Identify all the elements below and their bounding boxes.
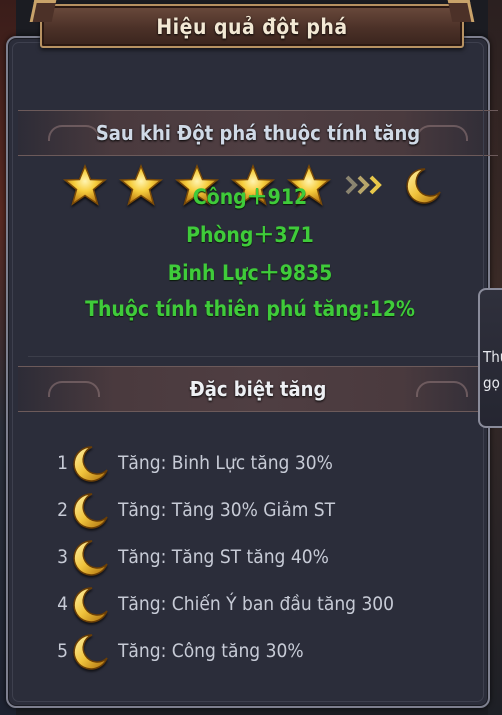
breakthrough-header-text: Sau khi Đột phá thuộc tính tăng: [95, 121, 421, 145]
special-item-text: Tăng: Tăng ST tăng 40%: [118, 546, 329, 568]
moon-icon: [73, 446, 108, 482]
special-item-number: 4: [57, 593, 68, 615]
special-item: 1 Tăng: Binh Lực tăng 30%: [50, 444, 470, 484]
side-tab-label-line2: gọ: [483, 374, 500, 392]
section-divider: [28, 356, 488, 357]
special-item-number: 5: [57, 640, 68, 662]
panel-title: Hiệu quả đột phá: [156, 15, 348, 39]
moon-icon: [73, 493, 108, 529]
special-item-number: 1: [57, 452, 68, 474]
special-item-number: 2: [57, 499, 68, 521]
breakthrough-header: Sau khi Đột phá thuộc tính tăng: [18, 110, 498, 156]
special-item-text: Tăng: Tăng 30% Giảm ST: [118, 499, 336, 521]
stat-troops: Binh Lực＋9835: [167, 261, 333, 285]
title-plaque: Hiệu quả đột phá: [29, 0, 475, 48]
stat-attack: Công＋912: [192, 185, 308, 209]
special-item-text: Tăng: Chiến Ý ban đầu tăng 300: [118, 593, 395, 615]
collapse-side-tab[interactable]: Thu gọ: [478, 288, 502, 428]
special-item: 5 Tăng: Công tăng 30%: [50, 632, 470, 672]
breakthrough-effect-panel: Sau khi Đột phá thuộc tính tăng Công＋912…: [6, 36, 498, 708]
special-item-number: 3: [57, 546, 68, 568]
moon-icon: [73, 587, 108, 623]
special-header-text: Đặc biệt tăng: [189, 377, 327, 401]
stat-defense: Phòng＋371: [186, 223, 314, 247]
special-item: 4 Tăng: Chiến Ý ban đầu tăng 300: [50, 585, 470, 625]
moon-icon: [73, 540, 108, 576]
special-header: Đặc biệt tăng: [18, 366, 498, 412]
stat-talent: Thuộc tính thiên phú tăng:12%: [85, 297, 415, 321]
special-item-text: Tăng: Công tăng 30%: [118, 640, 304, 662]
side-tab-label-line1: Thu: [483, 348, 502, 366]
special-item-text: Tăng: Binh Lực tăng 30%: [118, 452, 333, 474]
special-item: 2 Tăng: Tăng 30% Giảm ST: [50, 491, 470, 531]
moon-icon: [73, 634, 108, 670]
special-item: 3 Tăng: Tăng ST tăng 40%: [50, 538, 470, 578]
